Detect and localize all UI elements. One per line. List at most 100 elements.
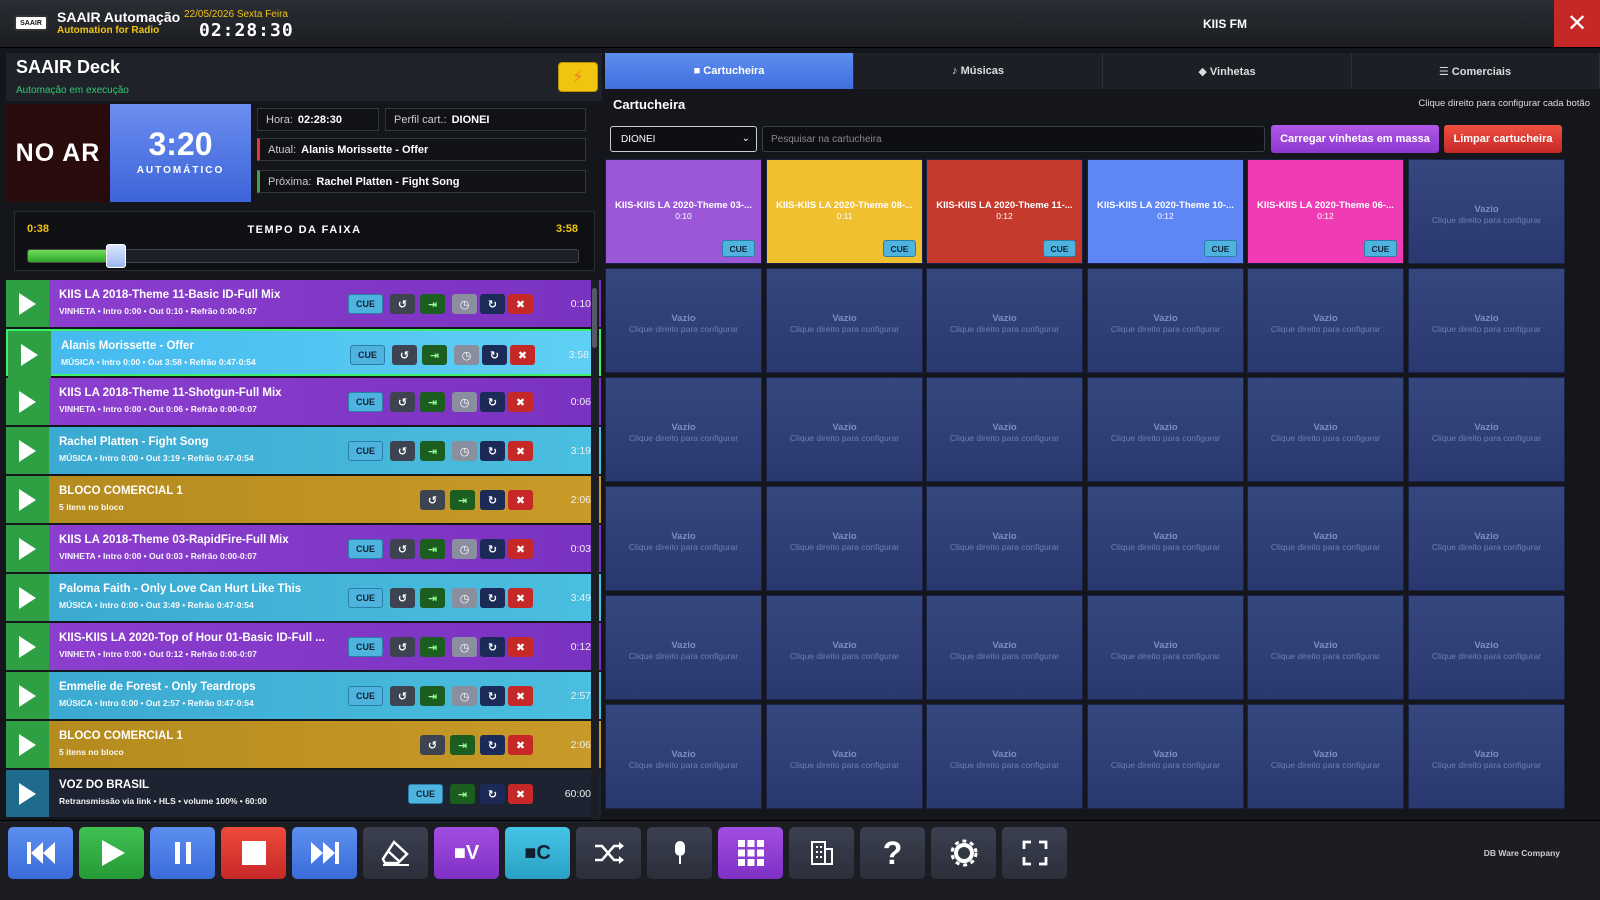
cart-slot-empty[interactable]: Vazio Clique direito para configurar <box>1408 377 1565 482</box>
cart-cue-button[interactable]: CUE <box>1204 240 1237 257</box>
jump-button[interactable]: ⇥ <box>420 294 445 314</box>
reload-button[interactable]: ↺ <box>420 490 445 510</box>
reload-button[interactable]: ↺ <box>390 588 415 608</box>
cart-slot-empty[interactable]: Vazio Clique direito para configurar <box>926 595 1083 700</box>
power-button[interactable]: ⚡ <box>558 62 598 92</box>
remove-button[interactable]: ✖ <box>508 392 533 412</box>
row-play-button[interactable] <box>6 427 49 474</box>
row-play-button[interactable] <box>6 476 49 523</box>
row-play-button[interactable] <box>8 331 51 378</box>
jump-button[interactable]: ⇥ <box>420 539 445 559</box>
cart-slot[interactable]: KIIS-KIIS LA 2020-Theme 06-... 0:12 CUE <box>1247 159 1404 264</box>
cue-button[interactable]: CUE <box>348 392 383 412</box>
cart-slot-empty[interactable]: Vazio Clique direito para configurar <box>766 377 923 482</box>
cart-slot-empty[interactable]: Vazio Clique direito para configurar <box>1087 268 1244 373</box>
schedule-button[interactable]: ◷ <box>452 588 477 608</box>
cart-slot-empty[interactable]: Vazio Clique direito para configurar <box>605 704 762 809</box>
playlist-row[interactable]: Alanis Morissette - Offer MÚSICA • Intro … <box>6 329 601 378</box>
cart-slot-empty[interactable]: Vazio Clique direito para configurar <box>1087 704 1244 809</box>
reload-button[interactable]: ↺ <box>390 539 415 559</box>
remove-button[interactable]: ✖ <box>510 345 535 365</box>
cue-button[interactable]: CUE <box>348 294 383 314</box>
playlist-row[interactable]: KIIS LA 2018-Theme 11-Basic ID-Full Mix V… <box>6 280 601 327</box>
cart-slot-empty[interactable]: Vazio Clique direito para configurar <box>1408 486 1565 591</box>
cart-slot-empty[interactable]: Vazio Clique direito para configurar <box>1247 377 1404 482</box>
progress-track[interactable] <box>27 244 579 268</box>
settings-button[interactable] <box>931 827 996 879</box>
cart-grid-button[interactable] <box>718 827 783 879</box>
pause-button[interactable] <box>150 827 215 879</box>
cue-button[interactable]: CUE <box>408 784 443 804</box>
jump-button[interactable]: ⇥ <box>420 637 445 657</box>
schedule-button[interactable]: ◷ <box>452 294 477 314</box>
cart-slot[interactable]: KIIS-KIIS LA 2020-Theme 08-... 0:11 CUE <box>766 159 923 264</box>
cart-cue-button[interactable]: CUE <box>883 240 916 257</box>
cart-slot-empty[interactable]: Vazio Clique direito para configurar <box>766 595 923 700</box>
remove-button[interactable]: ✖ <box>508 294 533 314</box>
jump-button[interactable]: ⇥ <box>450 735 475 755</box>
cue-button[interactable]: CUE <box>348 539 383 559</box>
cart-slot-empty[interactable]: Vazio Clique direito para configurar <box>926 704 1083 809</box>
cart-cue-button[interactable]: CUE <box>722 240 755 257</box>
jump-button[interactable]: ⇥ <box>450 490 475 510</box>
microphone-button[interactable] <box>647 827 712 879</box>
scrollbar-thumb[interactable] <box>592 288 597 348</box>
profile-select[interactable]: DIONEI ⌄ <box>610 126 757 152</box>
building-button[interactable] <box>789 827 854 879</box>
jump-button[interactable]: ⇥ <box>420 686 445 706</box>
cart-slot-empty[interactable]: Vazio Clique direito para configurar <box>766 486 923 591</box>
loop-button[interactable]: ↻ <box>480 490 505 510</box>
clear-button[interactable] <box>363 827 428 879</box>
playlist-row[interactable]: Paloma Faith - Only Love Can Hurt Like T… <box>6 574 601 621</box>
loop-button[interactable]: ↻ <box>480 539 505 559</box>
playlist-row[interactable]: VOZ DO BRASIL Retransmissão via link • HL… <box>6 770 601 817</box>
cart-slot-empty[interactable]: Vazio Clique direito para configurar <box>605 377 762 482</box>
row-play-button[interactable] <box>6 280 49 327</box>
vinheta-mode-button[interactable]: ■V <box>434 827 499 879</box>
jump-button[interactable]: ⇥ <box>420 392 445 412</box>
cue-button[interactable]: CUE <box>348 588 383 608</box>
row-play-button[interactable] <box>6 672 49 719</box>
remove-button[interactable]: ✖ <box>508 637 533 657</box>
loop-button[interactable]: ↻ <box>480 441 505 461</box>
loop-button[interactable]: ↻ <box>480 588 505 608</box>
cart-slot-empty[interactable]: Vazio Clique direito para configurar <box>926 377 1083 482</box>
cart-slot-empty[interactable]: Vazio Clique direito para configurar <box>1408 268 1565 373</box>
mass-load-button[interactable]: Carregar vinhetas em massa <box>1271 125 1439 153</box>
cue-button[interactable]: CUE <box>348 637 383 657</box>
playlist-row[interactable]: KIIS LA 2018-Theme 03-RapidFire-Full Mix… <box>6 525 601 572</box>
tab-cartucheira[interactable]: ■ Cartucheira <box>605 53 854 89</box>
jump-button[interactable]: ⇥ <box>420 588 445 608</box>
cart-slot-empty[interactable]: Vazio Clique direito para configurar <box>766 704 923 809</box>
playlist-row[interactable]: KIIS LA 2018-Theme 11-Shotgun-Full Mix VI… <box>6 378 601 425</box>
remove-button[interactable]: ✖ <box>508 735 533 755</box>
fullscreen-button[interactable] <box>1002 827 1067 879</box>
jump-button[interactable]: ⇥ <box>420 441 445 461</box>
tab-comerciais[interactable]: ☰ Comerciais <box>1351 53 1600 89</box>
cart-slot-empty[interactable]: Vazio Clique direito para configurar <box>1247 268 1404 373</box>
cart-slot[interactable]: KIIS-KIIS LA 2020-Theme 10-... 0:12 CUE <box>1087 159 1244 264</box>
cart-slot-empty[interactable]: Vazio Clique direito para configurar <box>926 268 1083 373</box>
row-play-button[interactable] <box>6 721 49 768</box>
playlist-row[interactable]: BLOCO COMERCIAL 1 5 itens no bloco 2:06 ↺ ⇥ ↻… <box>6 721 601 768</box>
help-button[interactable]: ? <box>860 827 925 879</box>
clear-cart-button[interactable]: Limpar cartucheira <box>1444 125 1562 153</box>
stop-button[interactable] <box>221 827 286 879</box>
comercial-mode-button[interactable]: ■C <box>505 827 570 879</box>
playlist-scrollbar[interactable] <box>591 280 599 828</box>
reload-button[interactable]: ↺ <box>390 686 415 706</box>
cart-cue-button[interactable]: CUE <box>1364 240 1397 257</box>
loop-button[interactable]: ↻ <box>480 784 505 804</box>
tab-musicas[interactable]: ♪ Músicas <box>854 53 1103 89</box>
shuffle-button[interactable] <box>576 827 641 879</box>
reload-button[interactable]: ↺ <box>390 637 415 657</box>
row-play-button[interactable] <box>6 574 49 621</box>
loop-button[interactable]: ↻ <box>480 686 505 706</box>
playlist-row[interactable]: Emmelie de Forest - Only Teardrops MÚSICA… <box>6 672 601 719</box>
cart-slot-empty[interactable]: Vazio Clique direito para configurar <box>766 268 923 373</box>
schedule-button[interactable]: ◷ <box>452 686 477 706</box>
row-play-button[interactable] <box>6 525 49 572</box>
cart-slot-empty[interactable]: Vazio Clique direito para configurar <box>1247 704 1404 809</box>
reload-button[interactable]: ↺ <box>390 294 415 314</box>
schedule-button[interactable]: ◷ <box>452 441 477 461</box>
